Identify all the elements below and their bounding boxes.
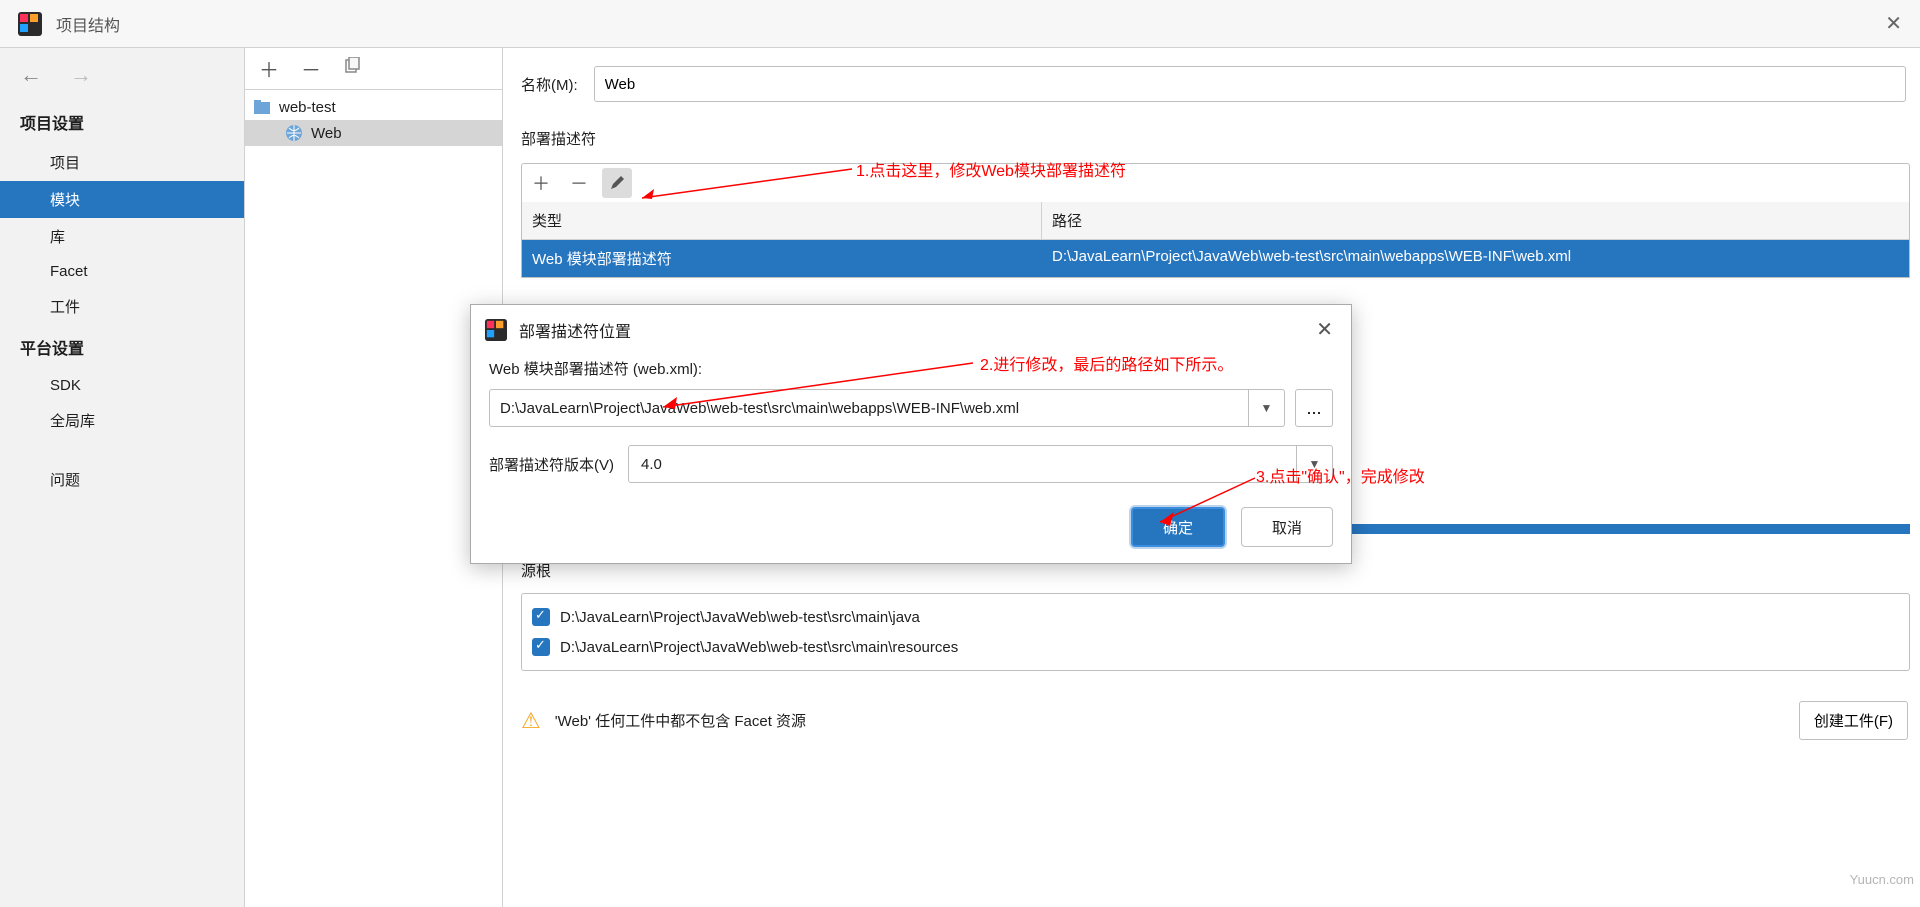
col-type-header: 类型: [522, 202, 1042, 239]
cancel-button[interactable]: 取消: [1241, 507, 1333, 547]
tree-web-label: Web: [311, 125, 342, 142]
deploy-table: 类型 路径 Web 模块部署描述符 D:\JavaLearn\Project\J…: [521, 202, 1910, 278]
checkbox-icon[interactable]: [532, 608, 550, 626]
deploy-heading: 部署描述符: [521, 128, 1910, 149]
checkbox-icon[interactable]: [532, 638, 550, 656]
titlebar: 项目结构 ✕: [0, 0, 1920, 48]
back-icon[interactable]: ←: [20, 62, 42, 88]
sidebar-item-library[interactable]: 库: [0, 218, 244, 255]
sidebar-heading-platform: 平台设置: [0, 325, 244, 369]
descriptor-dialog: 部署描述符位置 ✕ Web 模块部署描述符 (web.xml): D:\Java…: [470, 304, 1352, 564]
sidebar-item-global-lib[interactable]: 全局库: [0, 402, 244, 439]
create-artifact-button[interactable]: 创建工件(F): [1799, 701, 1908, 740]
close-icon[interactable]: ✕: [1885, 11, 1902, 36]
deploy-add-icon[interactable]: ＋: [526, 168, 556, 198]
add-icon[interactable]: ＋: [259, 54, 279, 83]
sidebar-item-project[interactable]: 项目: [0, 144, 244, 181]
row-type: Web 模块部署描述符: [522, 240, 1042, 277]
tree-root[interactable]: web-test: [245, 94, 502, 120]
tree-root-label: web-test: [279, 99, 336, 116]
src-path: D:\JavaLearn\Project\JavaWeb\web-test\sr…: [560, 639, 958, 656]
version-select[interactable]: 4.0 ▼: [628, 445, 1333, 483]
src-root-list: D:\JavaLearn\Project\JavaWeb\web-test\sr…: [521, 593, 1910, 671]
tree-web[interactable]: Web: [245, 120, 502, 146]
path-combo[interactable]: D:\JavaLearn\Project\JavaWeb\web-test\sr…: [489, 389, 1285, 427]
deploy-toolbar: ＋ －: [521, 163, 1910, 202]
remove-icon[interactable]: －: [301, 54, 321, 83]
dialog-close-icon[interactable]: ✕: [1316, 317, 1333, 342]
app-icon: [485, 319, 507, 341]
col-path-header: 路径: [1042, 202, 1909, 239]
sidebar: ← → 项目设置 项目 模块 库 Facet 工件 平台设置 SDK 全局库 问…: [0, 48, 245, 907]
version-label: 部署描述符版本(V): [489, 454, 614, 475]
web-facet-icon: [285, 124, 303, 142]
module-tree: ＋ － web-test Web: [245, 48, 503, 907]
sidebar-item-module[interactable]: 模块: [0, 181, 244, 218]
src-item[interactable]: D:\JavaLearn\Project\JavaWeb\web-test\sr…: [532, 602, 1899, 632]
warning-row: ⚠ 'Web' 任何工件中都不包含 Facet 资源 创建工件(F): [521, 701, 1910, 740]
src-item[interactable]: D:\JavaLearn\Project\JavaWeb\web-test\sr…: [532, 632, 1899, 662]
forward-icon[interactable]: →: [70, 62, 92, 88]
row-path: D:\JavaLearn\Project\JavaWeb\web-test\sr…: [1042, 240, 1909, 277]
warning-icon: ⚠: [521, 708, 541, 734]
browse-button[interactable]: ...: [1295, 389, 1333, 427]
app-icon: [18, 12, 42, 36]
watermark: Yuucn.com: [1850, 872, 1914, 887]
sidebar-item-sdk[interactable]: SDK: [0, 369, 244, 402]
deploy-remove-icon[interactable]: －: [564, 168, 594, 198]
window-title: 项目结构: [56, 12, 120, 36]
ok-button[interactable]: 确定: [1131, 507, 1225, 547]
copy-icon[interactable]: [343, 57, 361, 81]
sidebar-item-facet[interactable]: Facet: [0, 255, 244, 288]
path-value: D:\JavaLearn\Project\JavaWeb\web-test\sr…: [490, 400, 1248, 417]
dialog-title: 部署描述符位置: [519, 318, 631, 342]
sidebar-item-artifact[interactable]: 工件: [0, 288, 244, 325]
warning-text: 'Web' 任何工件中都不包含 Facet 资源: [555, 710, 806, 731]
dropdown-icon[interactable]: ▼: [1248, 390, 1284, 426]
name-input[interactable]: [594, 66, 1906, 102]
version-value: 4.0: [629, 456, 1296, 473]
sidebar-item-problems[interactable]: 问题: [0, 461, 244, 498]
dropdown-icon[interactable]: ▼: [1296, 446, 1332, 482]
module-icon: [253, 98, 271, 116]
src-path: D:\JavaLearn\Project\JavaWeb\web-test\sr…: [560, 609, 920, 626]
deploy-edit-icon[interactable]: [602, 168, 632, 198]
descriptor-label: Web 模块部署描述符 (web.xml):: [489, 358, 1333, 379]
deploy-row[interactable]: Web 模块部署描述符 D:\JavaLearn\Project\JavaWeb…: [522, 240, 1909, 277]
name-label: 名称(M):: [521, 74, 578, 95]
sidebar-heading-project: 项目设置: [0, 100, 244, 144]
